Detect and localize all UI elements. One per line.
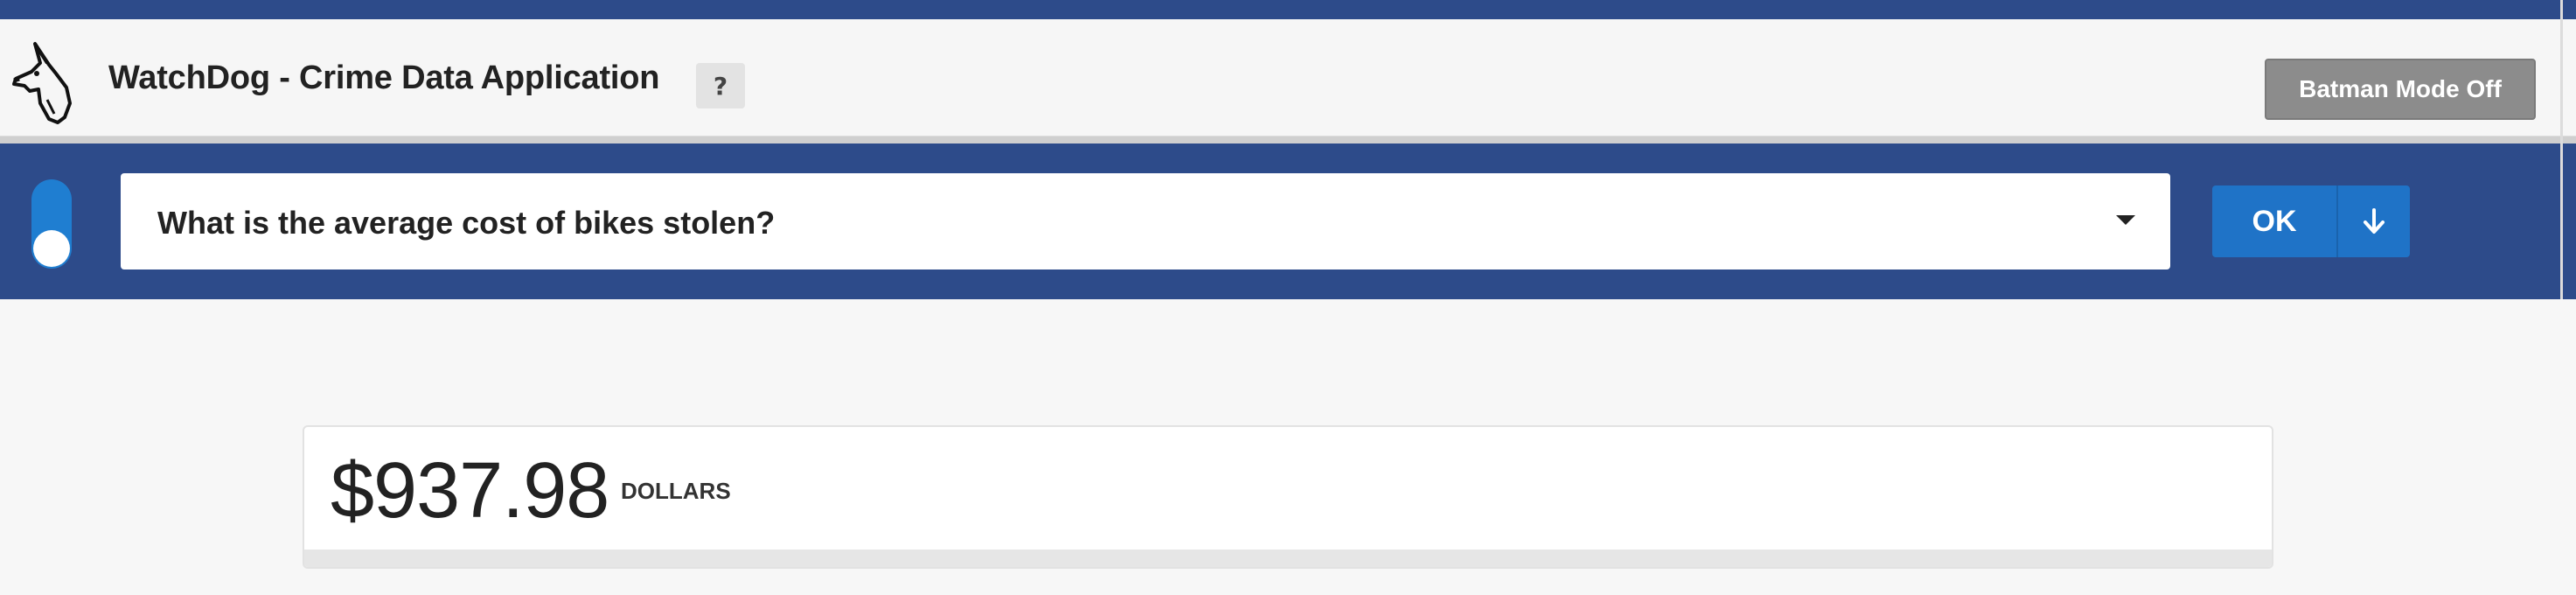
toggle-knob[interactable]	[33, 230, 70, 267]
app-title: WatchDog - Crime Data Application	[108, 60, 660, 96]
ok-button[interactable]: OK	[2212, 186, 2338, 257]
help-button[interactable]: ?	[696, 63, 745, 108]
arrow-down-icon	[2364, 208, 2385, 234]
download-button[interactable]	[2338, 186, 2410, 257]
selected-question: What is the average cost of bikes stolen…	[157, 205, 776, 241]
dog-head-icon	[12, 42, 72, 124]
header-divider	[0, 136, 2576, 144]
top-accent-stripe	[0, 0, 2576, 19]
question-dropdown[interactable]: What is the average cost of bikes stolen…	[121, 173, 2170, 270]
scrollbar-track[interactable]	[2560, 0, 2563, 299]
result-value: $937.98	[331, 447, 609, 535]
result-card: $937.98 DOLLARS	[303, 425, 2273, 569]
batman-mode-button[interactable]: Batman Mode Off	[2265, 59, 2536, 120]
mode-toggle[interactable]	[31, 179, 72, 269]
chevron-down-icon[interactable]	[2116, 215, 2135, 225]
result-card-footer	[304, 550, 2272, 567]
result-unit: DOLLARS	[621, 478, 731, 504]
submit-button-group: OK	[2212, 186, 2410, 257]
